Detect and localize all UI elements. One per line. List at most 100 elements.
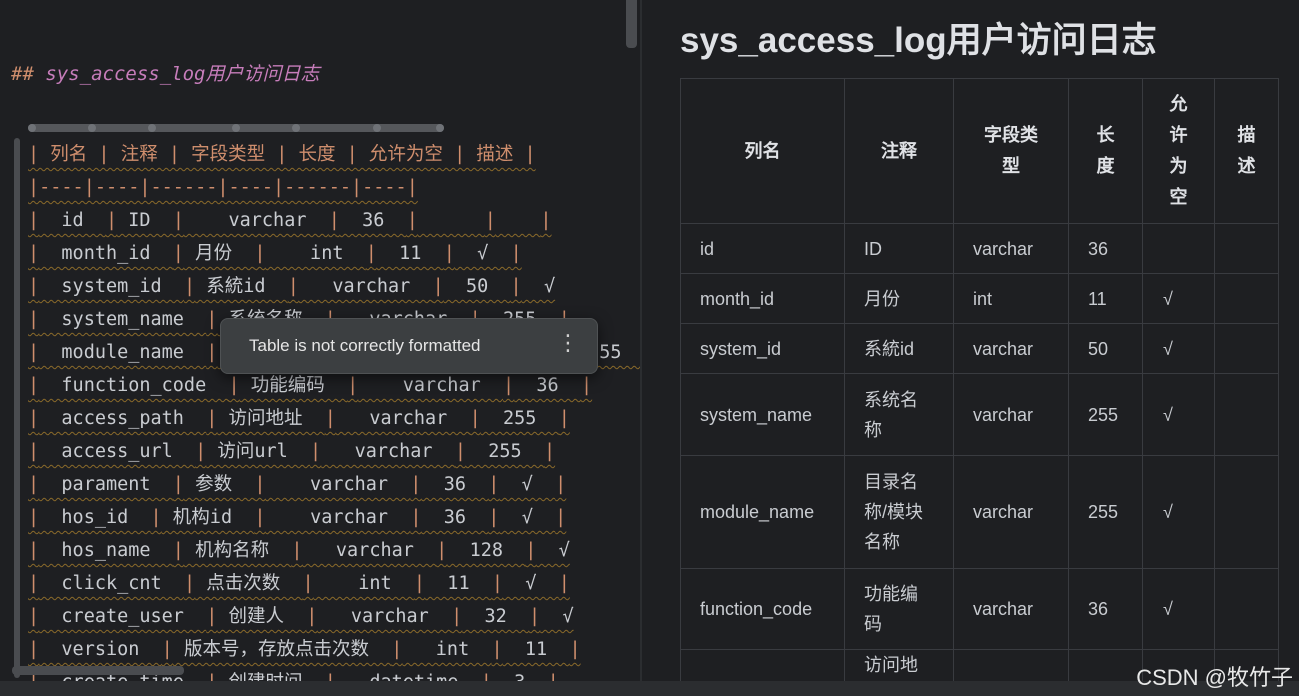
code-line[interactable]: | system_id | 系統id | varchar | 50 | √ (28, 270, 640, 303)
table-pipe: | (503, 375, 515, 396)
table-pipe: | (172, 243, 184, 264)
table-pipe: | (28, 375, 40, 396)
markdown-heading: ## sys_access_log用户访问日志 (11, 59, 319, 86)
table-cell: 36 (1068, 223, 1143, 274)
table-cell: 255 (1068, 373, 1143, 456)
table-cell: system_id (680, 323, 845, 374)
table-pipe: | (206, 342, 218, 363)
table-block-gutter (14, 138, 20, 678)
table-pipe: | (365, 243, 377, 264)
heading-text: sys_access_log用户访问日志 (33, 63, 320, 85)
table-cell: varchar (953, 323, 1069, 374)
table-pipe: | (410, 507, 422, 528)
slider-handle[interactable] (148, 124, 156, 132)
table-cell: 目录名 称/模块 名称 (844, 455, 954, 569)
table-pipe: | (569, 639, 581, 660)
table-pipe: | (555, 474, 567, 495)
table-pipe: | (254, 474, 266, 495)
watermark: CSDN @牧竹子 (1136, 665, 1293, 690)
markdown-table-source[interactable]: | 列名 | 注释 | 字段类型 | 长度 | 允许为空 | 描述 | |----… (28, 138, 640, 696)
table-pipe: | (28, 639, 40, 660)
slider-handle[interactable] (436, 124, 444, 132)
table-cell: √ (1142, 455, 1215, 569)
table-pipe: | (484, 210, 496, 231)
slider-handle[interactable] (88, 124, 96, 132)
table-cell: varchar (953, 223, 1069, 274)
table-pipe: | (206, 408, 218, 429)
table-pipe: | (28, 342, 40, 363)
table-cell: varchar (953, 568, 1069, 650)
table-pipe: | (324, 408, 336, 429)
table-pipe: | (195, 441, 207, 462)
code-line[interactable]: | access_path | 访问地址 | varchar | 255 | (28, 402, 640, 435)
table-pipe: | (183, 276, 196, 297)
table-pipe: | (161, 639, 173, 660)
code-line[interactable]: | month_id | 月份 | int | 11 | √ | (28, 237, 640, 270)
table-pipe: | (510, 276, 522, 297)
format-warning-popup: Table is not correctly formatted ⋮ (220, 318, 598, 374)
table-pipe: | (491, 573, 503, 594)
table-pipe: | (28, 573, 40, 594)
table-pipe: | (510, 243, 522, 264)
table-row: system_id 系統id varchar 50 √ (680, 323, 1279, 374)
table-pipe: | (172, 210, 184, 231)
slider-handle[interactable] (232, 124, 240, 132)
code-line[interactable]: | 列名 | 注释 | 字段类型 | 长度 | 允许为空 | 描述 | (28, 138, 640, 171)
table-pipe: | (28, 309, 40, 330)
table-pipe: | (183, 573, 196, 594)
markdown-editor[interactable]: ## sys_access_log用户访问日志 | 列名 | 注释 | 字段类型… (0, 0, 640, 696)
code-line[interactable]: | create_user | 创建人 | varchar | 32 | √ (28, 600, 640, 633)
status-bar (0, 681, 1299, 696)
table-cell: function_code (680, 568, 845, 650)
table-cell: 36 (1068, 568, 1143, 650)
table-pipe: | (443, 243, 455, 264)
table-cell: 255 (1068, 455, 1143, 569)
table-pipe: | (347, 375, 359, 396)
table-pipe: | (28, 408, 40, 429)
markdown-preview: sys_access_log用户访问日志 列名 注释 字段类型长度允许为空描述 id… (642, 0, 1299, 696)
table-pipe: | (28, 441, 40, 462)
code-line[interactable]: | version | 版本号，存放点击次数 | int | 11 | (28, 633, 640, 666)
slider-handle[interactable] (373, 124, 381, 132)
table-pipe: | (406, 210, 418, 231)
code-line[interactable]: | access_url | 访问url | varchar | 255 | (28, 435, 640, 468)
table-cell (1214, 373, 1279, 456)
table-row: system_name 系统名称 varchar 255 √ (680, 373, 1279, 456)
table-pipe: | (410, 474, 422, 495)
table-pipe: | (436, 540, 448, 561)
table-pipe: | (558, 573, 570, 594)
table-pipe: | (558, 408, 570, 429)
table-cell (1214, 273, 1279, 324)
table-pipe: | (28, 276, 40, 297)
code-line[interactable]: | click_cnt | 点击次数 | int | 11 | √ | (28, 567, 640, 600)
editor-horizontal-scrollbar[interactable] (12, 666, 184, 675)
slider-handle[interactable] (292, 124, 300, 132)
table-pipe: | (328, 210, 340, 231)
table-pipe: | (469, 408, 481, 429)
table-pipe: | (488, 507, 500, 528)
format-warning-message: Table is not correctly formatted (249, 336, 481, 355)
table-cell: √ (1142, 323, 1215, 374)
table-pipe: | (391, 639, 403, 660)
more-options-icon[interactable]: ⋮ (557, 331, 579, 356)
preview-title: sys_access_log用户访问日志 (680, 21, 1157, 60)
table-cell: varchar (953, 373, 1069, 456)
table-cell (1142, 223, 1215, 274)
table-cell (1214, 568, 1279, 650)
code-line[interactable]: |----|----|------|----|------|----| (28, 171, 640, 204)
code-line[interactable]: | parament | 参数 | varchar | 36 | √ | (28, 468, 640, 501)
code-line[interactable]: | hos_name | 机构名称 | varchar | 128 | √ (28, 534, 640, 567)
table-column-slider[interactable] (28, 124, 444, 132)
code-line[interactable]: | id | ID | varchar | 36 | | | (28, 204, 640, 237)
slider-handle[interactable] (28, 124, 36, 132)
code-line[interactable]: | hos_id | 机构id | varchar | 36 | √ | (28, 501, 640, 534)
table-cell: ID (844, 223, 954, 274)
table-pipe: | (287, 276, 299, 297)
table-cell: int (953, 273, 1069, 324)
table-pipe: | (488, 474, 500, 495)
table-pipe: | (291, 540, 303, 561)
table-pipe: | (525, 540, 537, 561)
editor-vertical-scrollbar[interactable] (626, 0, 637, 48)
table-pipe: | (172, 474, 184, 495)
table-cell: system_name (680, 373, 845, 456)
